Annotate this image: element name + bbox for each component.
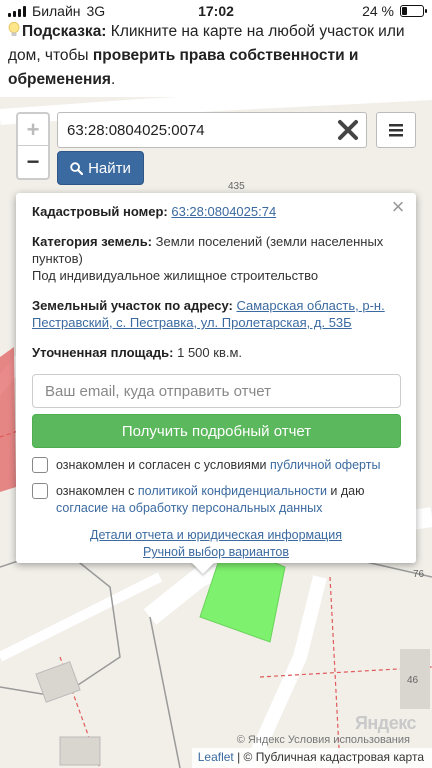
find-button-label: Найти [88, 159, 131, 177]
popup-tip [191, 562, 215, 574]
manual-selection-link[interactable]: Ручной выбор вариантов [143, 545, 289, 559]
offer-agreement-row: ознакомлен и согласен с условиями публич… [32, 457, 400, 474]
cadastral-label: Кадастровый номер: [32, 204, 168, 219]
map-label: 46 [407, 675, 419, 686]
cadastral-search-input[interactable] [58, 113, 333, 147]
address-label: Земельный участок по адресу: [32, 298, 233, 313]
email-input[interactable] [32, 374, 401, 408]
hamburger-icon [389, 123, 403, 136]
parcel-info-popup: × Кадастровый номер: 63:28:0804025:74 Ка… [16, 193, 416, 563]
attribution-source: Публичная кадастровая карта [255, 750, 424, 764]
hint-text: Подсказка: Кликните на карте на любой уч… [8, 20, 428, 92]
privacy-text-1: ознакомлен с [56, 484, 138, 498]
yandex-logo: Яндекс [354, 713, 417, 733]
category-label: Категория земель: [32, 234, 153, 249]
clear-icon[interactable] [336, 118, 360, 142]
map-attribution: Leaflet | © Публичная кадастровая карта [191, 748, 432, 768]
offer-text: ознакомлен и согласен с условиями [56, 458, 270, 472]
search-box [57, 112, 367, 148]
attribution-sep: | © [233, 750, 256, 764]
area-value: 1 500 кв.м. [177, 345, 243, 360]
popup-body: Кадастровый номер: 63:28:0804025:74 Кате… [32, 203, 401, 517]
status-right: 24 % [362, 3, 427, 19]
map[interactable]: 435 76 46 + − Найти × Кадастровый номер: [0, 97, 432, 768]
offer-checkbox[interactable] [32, 457, 48, 473]
usage-value: Под индивидуальное жилищное строительств… [32, 268, 319, 283]
find-button[interactable]: Найти [57, 151, 144, 185]
search-icon [70, 161, 84, 175]
area-row: Уточненная площадь: 1 500 кв.м. [32, 344, 400, 361]
hint-text-2: . [110, 71, 116, 88]
area-label: Уточненная площадь: [32, 345, 174, 360]
cadastral-link[interactable]: 63:28:0804025:74 [171, 204, 276, 219]
cadastral-row: Кадастровый номер: 63:28:0804025:74 [32, 203, 400, 220]
leaflet-link[interactable]: Leaflet [198, 750, 234, 764]
battery-icon [400, 5, 427, 17]
privacy-agreement-row: ознакомлен с политикой конфиденциальност… [32, 483, 400, 517]
privacy-policy-link[interactable]: политикой конфиденциальности [138, 484, 327, 498]
map-label: 76 [413, 569, 425, 580]
hint-label: Подсказка: [22, 23, 107, 40]
zoom-out-button[interactable]: − [18, 146, 48, 178]
privacy-checkbox[interactable] [32, 483, 48, 499]
map-label: 435 [228, 181, 245, 192]
get-report-button[interactable]: Получить подробный отчет [32, 414, 401, 448]
privacy-text-2: и даю [326, 484, 365, 498]
popup-links: Детали отчета и юридическая информация Р… [16, 527, 416, 561]
category-row: Категория земель: Земли поселений (земли… [32, 233, 400, 284]
offer-link[interactable]: публичной оферты [270, 458, 380, 472]
address-row: Земельный участок по адресу: Самарская о… [32, 297, 400, 331]
zoom-in-button[interactable]: + [18, 114, 48, 146]
zoom-control: + − [16, 112, 50, 180]
battery-fill [402, 7, 407, 15]
consent-link[interactable]: согласие на обработку персональных данны… [56, 501, 322, 515]
battery-percent: 24 % [362, 3, 394, 19]
lightbulb-icon [8, 22, 20, 36]
status-bar: Билайн 3G 17:02 24 % [0, 0, 432, 22]
yandex-terms[interactable]: © Яндекс Условия использования [237, 734, 410, 746]
menu-button[interactable] [376, 112, 416, 148]
report-details-link[interactable]: Детали отчета и юридическая информация [90, 528, 342, 542]
